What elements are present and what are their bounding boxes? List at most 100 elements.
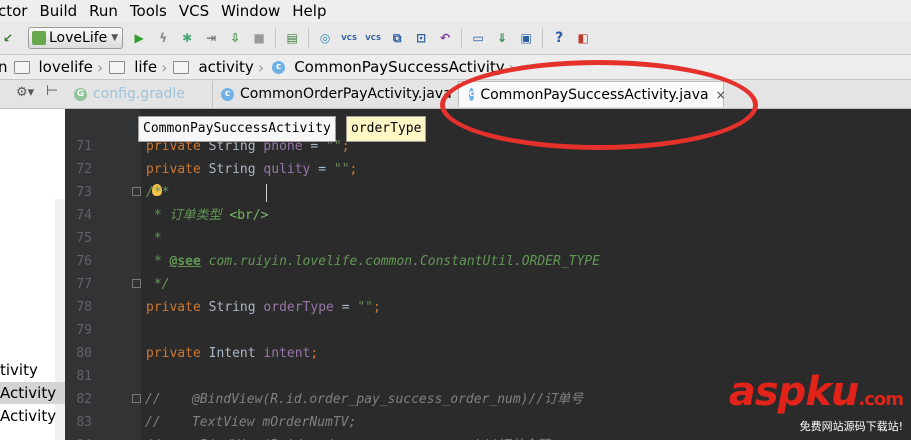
code-line[interactable]: 77 */ (65, 273, 911, 296)
sdk-icon[interactable]: ▤ (284, 30, 300, 46)
watermark-subtitle: 免费网站源码下载站! (799, 420, 903, 433)
vcs-commit-icon[interactable]: VCS (365, 30, 381, 46)
code-line[interactable]: 79 (65, 319, 911, 342)
code-text: // @BindView(R.id.order_pay_success_orde… (145, 388, 583, 411)
fold-icon[interactable] (132, 187, 141, 196)
code-line[interactable]: 80 private Intent intent; (65, 342, 911, 365)
menu-build[interactable]: Build (33, 2, 83, 20)
code-token: /** (146, 185, 170, 200)
menu-run[interactable]: Run (83, 2, 124, 20)
line-number: 72 (76, 162, 92, 177)
code-text: // @BindView(R.id.order_pay_success_xxx)… (145, 434, 549, 440)
code-line[interactable]: 72 private String qulity = ""; (65, 158, 911, 181)
menu-help[interactable]: Help (286, 2, 332, 20)
lightning-icon[interactable]: ϟ (155, 30, 171, 46)
code-line[interactable]: 78 private String orderType = ""; (65, 296, 911, 319)
plugin-icon[interactable]: ◧ (575, 30, 591, 46)
tab-common-order-pay[interactable]: c CommonOrderPayActivity.java × (212, 81, 469, 107)
code-line[interactable]: 73 /** (65, 181, 911, 204)
tab-config-gradle[interactable]: G config.gradle (74, 81, 185, 107)
menu-vcs[interactable]: VCS (173, 2, 215, 20)
code-token: = (310, 162, 334, 177)
code-token: String (208, 300, 264, 315)
breadcrumb-label: activity (198, 58, 254, 76)
terminal-icon[interactable]: ▣ (518, 30, 534, 46)
code-token: */ (146, 277, 170, 292)
class-icon: c (221, 87, 234, 101)
code-text: * @see com.ruiyin.lovelife.common.Consta… (146, 250, 600, 273)
step-icon[interactable]: ⇥ (203, 30, 219, 46)
sync-icon[interactable]: ◎ (317, 30, 333, 46)
breadcrumb-item[interactable]: activity › c (198, 58, 294, 77)
code-line[interactable]: 75 * (65, 227, 911, 250)
download-icon[interactable]: ⇓ (494, 30, 510, 46)
code-token: private (146, 346, 209, 361)
compare-icon[interactable]: ⧉ (389, 30, 405, 46)
toolbar-divider (461, 28, 463, 48)
code-token: intent (263, 346, 311, 361)
code-token: <br/> (229, 208, 269, 223)
debug-icon[interactable]: ✱ (179, 30, 195, 46)
code-token: com.ruiyin.lovelife.common.ConstantUtil.… (200, 254, 600, 269)
attach-icon[interactable]: ⇩ (227, 30, 243, 46)
class-icon: c (272, 60, 286, 74)
gear-icon[interactable]: ⚙▾ (16, 85, 34, 100)
code-token: private (146, 300, 209, 315)
menu-refactor[interactable]: ctor (0, 2, 33, 20)
run-icon[interactable]: ▶ (131, 30, 147, 46)
code-token: "" (333, 162, 350, 177)
watermark-logo: aspku.com (728, 369, 904, 415)
help-icon[interactable]: ? (551, 30, 567, 46)
run-config-label: LoveLife (49, 30, 108, 46)
back-icon[interactable]: ↙ (0, 30, 16, 46)
line-number: 73 (76, 185, 92, 200)
class-hint[interactable]: CommonPaySuccessActivity (138, 116, 336, 142)
pin-icon[interactable]: ⊢ (46, 83, 58, 99)
line-number: 81 (76, 369, 92, 384)
chevron-right-icon: › (161, 57, 168, 77)
structure-icon[interactable]: ▭ (470, 30, 486, 46)
run-config-dropdown[interactable]: LoveLife ▼ (28, 27, 124, 49)
breadcrumb-item[interactable]: lovelife › (39, 58, 135, 77)
folder-icon (13, 60, 30, 74)
main-toolbar: ↙ LoveLife ▼ ▶ ϟ ✱ ⇥ ⇩ ■ ▤ ◎ VCS VCS ⧉ ⊡… (0, 22, 911, 55)
menu-window[interactable]: Window (215, 2, 286, 20)
line-number: 78 (76, 300, 92, 315)
code-line[interactable]: 76 * @see com.ruiyin.lovelife.common.Con… (65, 250, 911, 273)
folder-icon (109, 60, 126, 74)
code-token: ; (373, 300, 381, 315)
code-text: */ (146, 273, 170, 296)
code-token: // TextView mOrderNumTV; (145, 415, 357, 430)
code-text: private String orderType = ""; (146, 296, 381, 319)
code-line[interactable]: 74 * 订单类型 <br/> (65, 204, 911, 227)
code-token: @see (169, 254, 201, 269)
line-number: 84 (65, 434, 92, 440)
line-number: 77 (76, 277, 92, 292)
code-token: orderType (263, 300, 334, 315)
breadcrumb: n lovelife › life › activity › c CommonP… (0, 55, 911, 80)
project-file-item-selected[interactable]: Activity (0, 382, 65, 404)
history-icon[interactable]: ⊡ (413, 30, 429, 46)
breadcrumb-item[interactable]: n (0, 58, 39, 76)
code-token: ; (349, 162, 358, 177)
vcs-update-icon[interactable]: VCS (341, 30, 357, 46)
fold-icon[interactable] (132, 394, 141, 403)
fold-icon[interactable] (132, 279, 141, 288)
menu-tools[interactable]: Tools (124, 2, 173, 20)
code-token: "" (357, 300, 374, 315)
highlight-circle (440, 60, 758, 150)
project-file-item[interactable]: tivity (0, 359, 38, 381)
gradle-icon: G (74, 87, 87, 101)
stop-icon[interactable]: ■ (251, 30, 267, 46)
code-text: private String qulity = ""; (146, 158, 357, 181)
breadcrumb-label: n (0, 58, 8, 76)
revert-icon[interactable]: ↶ (437, 30, 453, 46)
project-file-item[interactable]: Activity (0, 405, 56, 427)
toolbar-divider (275, 28, 277, 48)
field-hint[interactable]: orderType (346, 116, 427, 142)
code-line[interactable]: 84 // @BindView(R.id.order_pay_success_xx… (65, 434, 911, 440)
code-token: private (146, 162, 209, 177)
line-number: 74 (76, 208, 92, 223)
breadcrumb-item[interactable]: life › (134, 58, 198, 77)
line-number: 82 (76, 392, 92, 407)
